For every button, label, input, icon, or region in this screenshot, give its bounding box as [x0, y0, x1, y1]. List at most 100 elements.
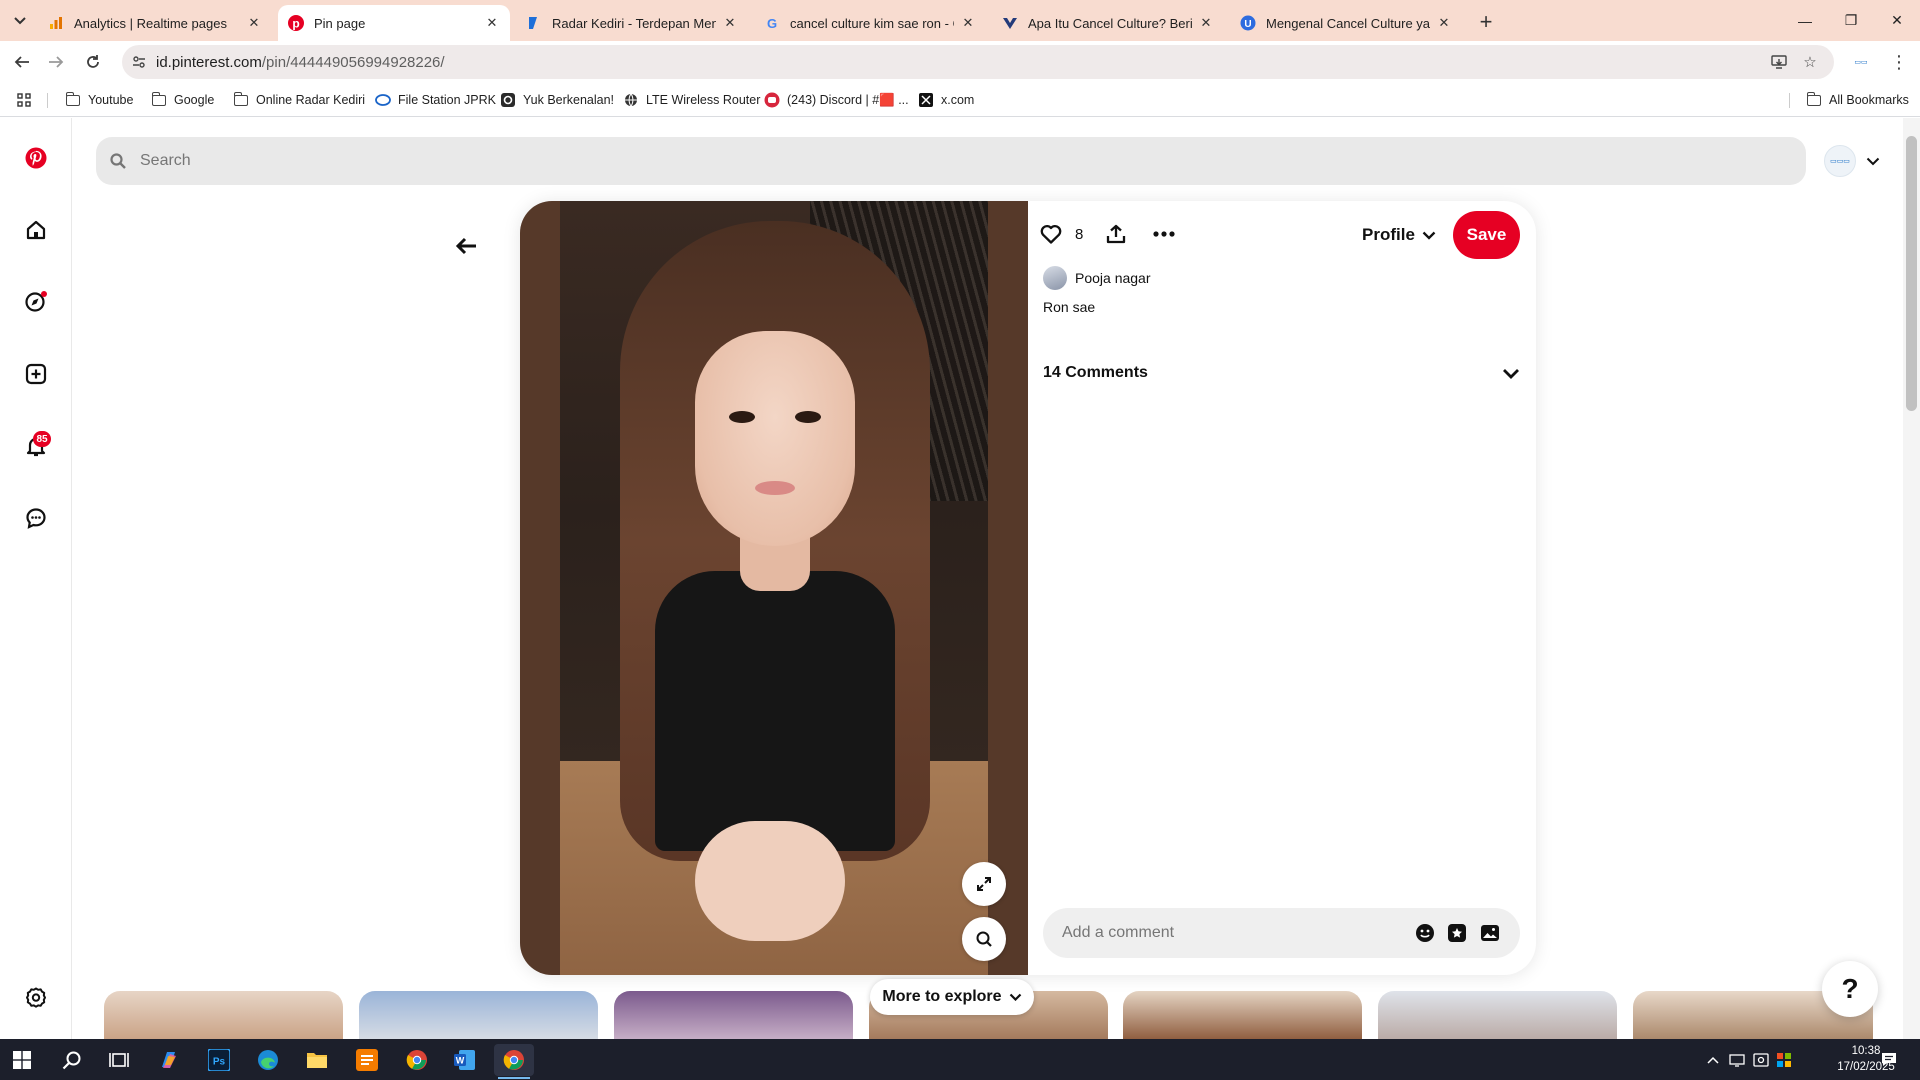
close-icon[interactable]: ✕	[960, 15, 976, 31]
reload-icon	[87, 55, 99, 68]
tab-title: Radar Kediri - Terdepan Menga	[552, 15, 716, 31]
tray-app-icon[interactable]	[1750, 1039, 1772, 1080]
back-arrow-button[interactable]	[448, 228, 484, 264]
related-pin-thumbnail[interactable]	[359, 991, 598, 1041]
bookmark-discord[interactable]: (243) Discord | #🟥 ...	[764, 90, 909, 110]
board-profile-dropdown[interactable]: Profile	[1362, 220, 1436, 250]
messages-button[interactable]	[18, 500, 54, 536]
bookmark-label: File Station JPRK	[398, 93, 496, 107]
close-icon[interactable]: ✕	[246, 15, 262, 31]
account-menu-button[interactable]	[1862, 150, 1884, 172]
site-info-icon[interactable]	[122, 55, 156, 69]
tab-apa-itu-cancel-culture[interactable]: Apa Itu Cancel Culture? Berikut ✕	[992, 5, 1224, 41]
bookmark-google[interactable]: Google	[151, 90, 214, 110]
close-icon[interactable]: ✕	[722, 15, 738, 31]
discord-icon	[764, 92, 780, 108]
taskbar-search-button[interactable]	[52, 1044, 92, 1076]
search-input[interactable]: Search	[140, 152, 191, 170]
bookmark-label: Online Radar Kediri	[256, 93, 366, 107]
more-to-explore-button[interactable]: More to explore	[870, 979, 1034, 1015]
bookmark-youtube[interactable]: Youtube	[65, 90, 133, 110]
chevron-down-icon	[1866, 157, 1880, 165]
browser-menu-button[interactable]: ⋮	[1884, 47, 1914, 77]
like-button[interactable]	[1035, 218, 1067, 250]
close-icon[interactable]: ✕	[1198, 15, 1214, 31]
explore-button[interactable]	[18, 284, 54, 320]
chrome-profile-app[interactable]	[397, 1044, 437, 1076]
copilot-app[interactable]	[149, 1044, 189, 1076]
reload-button[interactable]	[78, 47, 108, 77]
photoshop-app[interactable]: Ps	[199, 1044, 239, 1076]
related-pin-thumbnail[interactable]	[104, 991, 343, 1041]
related-pin-thumbnail[interactable]	[1378, 991, 1617, 1041]
tab-search-button[interactable]	[7, 8, 33, 34]
chevron-down-icon	[1503, 368, 1519, 379]
edge-app[interactable]	[248, 1044, 288, 1076]
bookmark-lte-router[interactable]: LTE Wireless Router	[623, 90, 760, 110]
create-button[interactable]	[18, 356, 54, 392]
notification-center-button[interactable]	[1874, 1039, 1904, 1080]
share-icon	[1106, 224, 1126, 244]
restore-button[interactable]: ❐	[1828, 0, 1874, 41]
network-icon[interactable]	[1773, 1039, 1795, 1080]
close-window-button[interactable]: ✕	[1874, 0, 1920, 41]
pinterest-search-bar[interactable]: Search	[96, 137, 1806, 185]
emoji-button[interactable]	[1414, 922, 1436, 944]
related-pin-thumbnail[interactable]	[614, 991, 853, 1041]
sticker-icon	[1448, 924, 1466, 942]
chrome-app-active[interactable]	[494, 1044, 534, 1076]
forward-button[interactable]	[41, 47, 71, 77]
related-pin-thumbnail[interactable]	[1123, 991, 1362, 1041]
close-icon[interactable]: ✕	[484, 15, 500, 31]
tab-radar-kediri[interactable]: Radar Kediri - Terdepan Menga ✕	[516, 5, 748, 41]
back-button[interactable]	[7, 47, 37, 77]
bookmark-online-radar-kediri[interactable]: Online Radar Kediri	[233, 90, 365, 110]
tray-app-icon[interactable]	[1726, 1039, 1748, 1080]
pin-image[interactable]	[520, 201, 1028, 975]
visual-search-button[interactable]	[962, 917, 1006, 961]
tab-google-search[interactable]: G cancel culture kim sae ron - Go ✕	[754, 5, 986, 41]
file-explorer-app[interactable]	[297, 1044, 337, 1076]
home-button[interactable]	[18, 212, 54, 248]
start-button[interactable]	[2, 1044, 42, 1076]
more-options-button[interactable]	[1148, 218, 1180, 250]
minimize-button[interactable]: —	[1782, 0, 1828, 41]
address-bar[interactable]: id.pinterest.com/pin/444449056994928226/…	[122, 45, 1834, 79]
pin-creator[interactable]: Pooja nagar	[1043, 266, 1151, 290]
profile-avatar-button[interactable]: ▭▭	[1846, 47, 1876, 77]
bookmark-file-station[interactable]: File Station JPRK	[375, 90, 496, 110]
bookmark-x[interactable]: x.com	[918, 90, 974, 110]
share-button[interactable]	[1100, 218, 1132, 250]
bookmark-label: (243) Discord | #🟥 ...	[787, 92, 909, 107]
account-avatar[interactable]: ▭▭▭	[1824, 145, 1856, 177]
bookmarks-divider	[47, 93, 48, 108]
help-button[interactable]: ?	[1822, 961, 1878, 1017]
tab-pin-page[interactable]: p Pin page ✕	[278, 5, 510, 41]
bookmark-yuk-berkenalan[interactable]: Yuk Berkenalan!	[500, 90, 614, 110]
apps-button[interactable]	[16, 90, 39, 110]
comments-heading[interactable]: 14 Comments	[1043, 364, 1148, 382]
bookmark-label: LTE Wireless Router	[646, 93, 761, 107]
tab-mengenal-cancel-culture[interactable]: U Mengenal Cancel Culture yang ✕	[1230, 5, 1462, 41]
expand-image-button[interactable]	[962, 862, 1006, 906]
install-app-icon[interactable]	[1764, 45, 1794, 79]
scrollbar-thumb[interactable]	[1906, 136, 1917, 411]
add-photo-button[interactable]	[1479, 922, 1501, 944]
new-tab-button[interactable]: +	[1472, 9, 1500, 37]
close-icon[interactable]: ✕	[1436, 15, 1452, 31]
comments-toggle-button[interactable]	[1498, 360, 1524, 386]
tab-analytics[interactable]: Analytics | Realtime pages ✕	[38, 5, 272, 41]
sticker-button[interactable]	[1446, 922, 1468, 944]
pinterest-logo-button[interactable]	[18, 140, 54, 176]
folder-icon	[307, 1053, 327, 1068]
bookmark-star-icon[interactable]: ☆	[1795, 45, 1825, 79]
task-view-button[interactable]	[99, 1044, 139, 1076]
save-button[interactable]: Save	[1453, 211, 1520, 259]
show-hidden-icons-button[interactable]	[1702, 1039, 1724, 1080]
settings-button[interactable]	[18, 980, 54, 1016]
all-bookmarks-button[interactable]: All Bookmarks	[1806, 90, 1909, 110]
sublime-app[interactable]	[347, 1044, 387, 1076]
word-app[interactable]: W	[445, 1044, 485, 1076]
tab-title: cancel culture kim sae ron - Go	[790, 15, 954, 31]
image-icon	[1481, 925, 1499, 941]
